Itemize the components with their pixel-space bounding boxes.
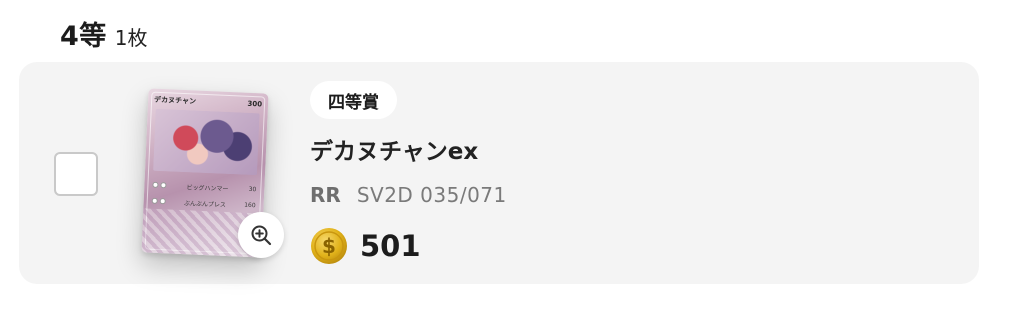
select-item-checkbox[interactable] xyxy=(54,152,98,196)
card-artwork xyxy=(153,108,260,176)
card-name: デカヌチャンex xyxy=(310,139,479,165)
coin-icon: $ xyxy=(311,228,347,264)
svg-text:$: $ xyxy=(322,234,336,258)
card-attack-2-damage: 160 xyxy=(244,201,256,209)
card-set-code: SV2D 035/071 xyxy=(356,183,507,207)
card-attack-1-name: ビッグハンマー xyxy=(186,183,229,193)
prize-badge: 四等賞 xyxy=(310,81,397,119)
zoom-in-icon xyxy=(251,225,272,246)
price-value: 501 xyxy=(360,229,421,263)
card-image-name: デカヌチャン xyxy=(153,95,197,106)
prize-page: 4等 1枚 デカヌチャン 300 ビッグハンマー 30 ぶんぶんプレス 160 xyxy=(0,0,1012,326)
zoom-button[interactable] xyxy=(238,212,284,258)
prize-tier-heading: 4等 1枚 xyxy=(60,14,148,53)
card-attack-1-damage: 30 xyxy=(248,185,257,193)
card-attack-2-name: ぶんぶんプレス xyxy=(183,199,227,209)
card-meta: RR SV2D 035/071 xyxy=(310,183,507,207)
energy-cost-icon xyxy=(151,197,166,205)
energy-cost-icon xyxy=(152,181,167,189)
price-row: $ 501 xyxy=(310,227,421,265)
prize-tier-title: 4等 xyxy=(60,21,107,52)
card-image-hp: 300 xyxy=(247,99,263,109)
card-rarity: RR xyxy=(310,183,341,207)
prize-tier-count: 1枚 xyxy=(114,26,148,50)
